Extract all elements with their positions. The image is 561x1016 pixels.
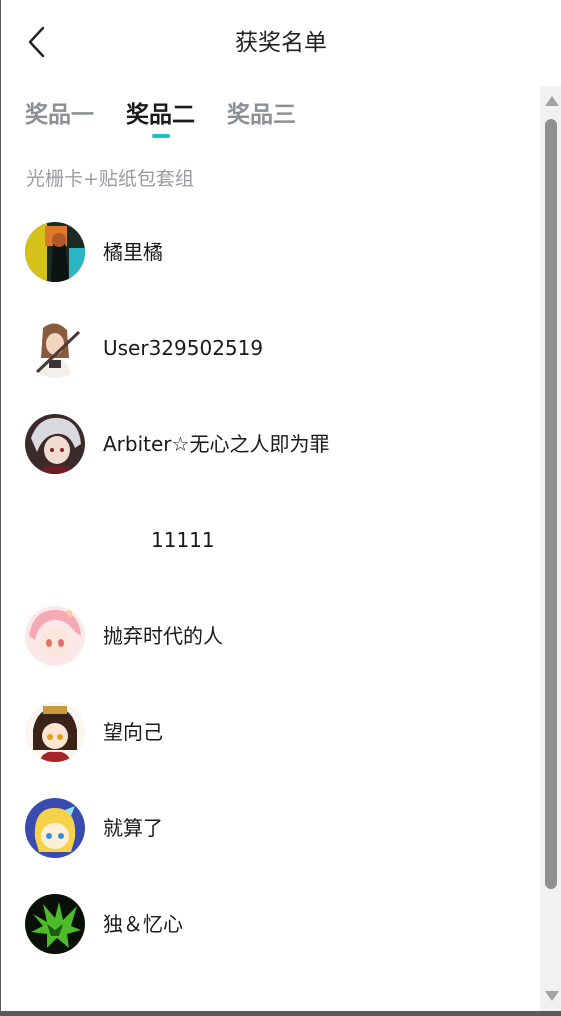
avatar-icon xyxy=(25,222,85,282)
avatar-icon xyxy=(25,414,85,474)
winner-row: 独＆忆心 xyxy=(25,892,525,988)
winner-row: 抛弃时代的人 xyxy=(25,604,525,700)
winner-row: 就算了 xyxy=(25,796,525,892)
avatar-icon xyxy=(25,894,85,954)
avatar-icon xyxy=(25,606,85,666)
avatar[interactable] xyxy=(25,318,85,378)
avatar[interactable] xyxy=(25,606,85,666)
avatar[interactable] xyxy=(25,222,85,282)
prize-tabs: 奖品一 奖品二 奖品三 xyxy=(25,98,296,142)
scrollbar[interactable] xyxy=(540,86,561,1011)
scroll-up-arrow-icon[interactable] xyxy=(545,96,559,106)
tab-label: 奖品三 xyxy=(227,102,296,128)
tab-prize-3[interactable]: 奖品三 xyxy=(227,98,296,142)
winner-name: 独＆忆心 xyxy=(103,912,183,936)
scroll-down-arrow-icon[interactable] xyxy=(545,991,559,1001)
tab-prize-2[interactable]: 奖品二 xyxy=(126,98,195,142)
winner-name: 橘里橘 xyxy=(103,240,163,264)
winner-row: Arbiter☆无心之人即为罪 xyxy=(25,412,525,508)
winner-name: User329502519 xyxy=(103,336,264,360)
winner-row: User329502519 xyxy=(25,316,525,412)
avatar[interactable] xyxy=(25,894,85,954)
prize-description: 光栅卡+贴纸包套组 xyxy=(26,168,194,190)
avatar[interactable] xyxy=(25,798,85,858)
tab-prize-1[interactable]: 奖品一 xyxy=(25,98,94,142)
avatar-empty xyxy=(25,510,85,570)
winner-name: 抛弃时代的人 xyxy=(103,624,223,648)
tab-label: 奖品一 xyxy=(25,102,94,128)
winner-name: 望向己 xyxy=(103,720,163,744)
winner-name: 11111 xyxy=(151,528,215,552)
winner-row: 望向己 xyxy=(25,700,525,796)
winner-name: 就算了 xyxy=(103,816,163,840)
avatar[interactable] xyxy=(25,702,85,762)
avatar[interactable] xyxy=(25,414,85,474)
winner-name: Arbiter☆无心之人即为罪 xyxy=(103,432,330,456)
avatar-icon xyxy=(25,702,85,762)
winner-list: 橘里橘 User329502519 Arbiter☆无心之人即为罪 11111 … xyxy=(25,220,525,988)
winners-page: 获奖名单 奖品一 奖品二 奖品三 光栅卡+贴纸包套组 橘里橘 User32950… xyxy=(0,0,561,1016)
winner-row: 橘里橘 xyxy=(25,220,525,316)
page-title: 获奖名单 xyxy=(235,30,327,56)
avatar-icon xyxy=(25,318,85,378)
avatar-icon xyxy=(25,798,85,858)
tab-label: 奖品二 xyxy=(126,102,195,128)
winner-row: 11111 xyxy=(25,508,525,604)
header: 获奖名单 xyxy=(1,0,561,84)
active-tab-indicator xyxy=(151,134,170,138)
scrollbar-thumb[interactable] xyxy=(545,119,557,889)
